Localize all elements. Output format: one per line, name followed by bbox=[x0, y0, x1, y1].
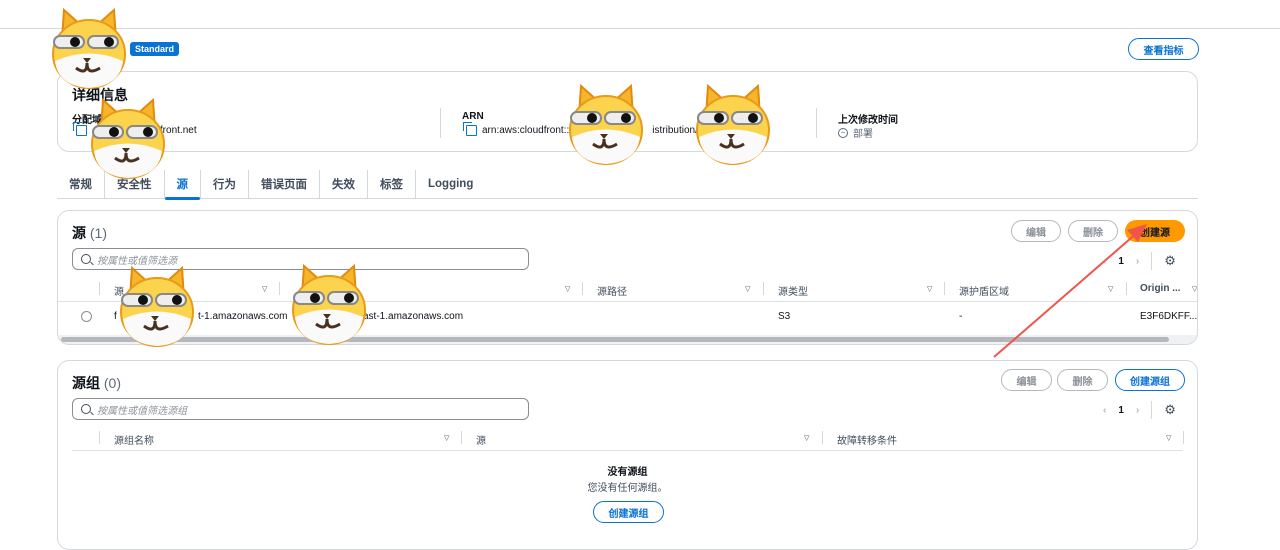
origin-groups-title: 源组 (0) bbox=[72, 375, 122, 391]
page-number[interactable]: 1 bbox=[1118, 405, 1124, 416]
col-group-name[interactable]: 源组名称 bbox=[114, 432, 154, 447]
prev-page-icon[interactable]: ‹ bbox=[1103, 256, 1106, 267]
col-origin-path[interactable]: 源路径 bbox=[597, 283, 627, 298]
empty-create-group-button[interactable]: 创建源组 bbox=[593, 501, 664, 523]
next-page-icon[interactable]: › bbox=[1136, 405, 1139, 416]
origins-pagination: ‹ 1 › ⚙ bbox=[1103, 252, 1176, 270]
page-number[interactable]: 1 bbox=[1118, 256, 1124, 267]
top-divider bbox=[0, 28, 1280, 29]
details-title: 详细信息 bbox=[72, 87, 128, 103]
origin-id: E3F6DKFF... bbox=[1140, 311, 1198, 322]
modified-value: − 部署 bbox=[838, 125, 873, 140]
col-origin-id[interactable]: Origin ... bbox=[1140, 283, 1181, 294]
edit-origin-button[interactable]: 编辑 bbox=[1011, 220, 1061, 242]
sort-icon[interactable]: ▽ bbox=[927, 285, 932, 293]
tab-logging[interactable]: Logging bbox=[416, 170, 485, 198]
sort-icon[interactable]: ▽ bbox=[804, 434, 809, 442]
create-origin-button[interactable]: 创建源 bbox=[1125, 220, 1185, 242]
sort-icon[interactable]: ▽ bbox=[745, 285, 750, 293]
delete-group-button[interactable]: 删除 bbox=[1057, 369, 1108, 391]
domain-value: cloudfront.net bbox=[73, 122, 197, 136]
next-page-icon[interactable]: › bbox=[1136, 256, 1139, 267]
origin-type: S3 bbox=[778, 311, 791, 322]
empty-description: 您没有任何源组。 bbox=[587, 483, 668, 494]
view-metrics-button[interactable]: 查看指标 bbox=[1128, 38, 1199, 60]
origins-title: 源 (1) bbox=[72, 225, 108, 241]
origin-groups-search-input[interactable]: 按属性或值筛选源组 bbox=[72, 398, 529, 420]
settings-gear-icon[interactable]: ⚙ bbox=[1164, 402, 1176, 418]
copy-icon[interactable] bbox=[463, 122, 477, 136]
divider bbox=[440, 108, 441, 138]
divider bbox=[816, 108, 817, 138]
tab-error-pages[interactable]: 错误页面 bbox=[249, 170, 320, 198]
arn-label: ARN bbox=[462, 111, 484, 122]
sort-icon[interactable]: ▽ bbox=[1108, 285, 1113, 293]
col-origin-type[interactable]: 源类型 bbox=[778, 283, 808, 298]
origin-domain: ast-1.amazonaws.com bbox=[363, 311, 464, 322]
tab-security[interactable]: 安全性 bbox=[105, 170, 165, 198]
tab-bar: 常规 安全性 源 行为 错误页面 失效 标签 Logging bbox=[57, 170, 1198, 200]
delete-origin-button[interactable]: 删除 bbox=[1068, 220, 1118, 242]
tab-invalidations[interactable]: 失效 bbox=[320, 170, 368, 198]
sort-icon[interactable]: ▽ bbox=[444, 434, 449, 442]
copy-icon[interactable] bbox=[73, 122, 87, 136]
status-pending-icon: − bbox=[838, 127, 848, 138]
origin-name-tail: t-1.amazonaws.com bbox=[198, 311, 288, 322]
col-origin-name[interactable]: 源 bbox=[114, 283, 124, 298]
groups-pagination: ‹ 1 › ⚙ bbox=[1103, 401, 1176, 419]
tab-tags[interactable]: 标签 bbox=[368, 170, 416, 198]
tab-behaviors[interactable]: 行为 bbox=[201, 170, 249, 198]
sort-icon[interactable]: ▽ bbox=[1192, 285, 1197, 293]
col-origin-shield[interactable]: 源护盾区域 bbox=[959, 283, 1009, 298]
origin-shield: - bbox=[959, 311, 963, 322]
standard-badge: Standard bbox=[130, 42, 180, 56]
edit-group-button[interactable]: 编辑 bbox=[1001, 369, 1052, 391]
prev-page-icon[interactable]: ‹ bbox=[1103, 405, 1106, 416]
origins-search-input[interactable]: 按属性或值筛选源 bbox=[72, 248, 529, 270]
horizontal-scrollbar[interactable] bbox=[58, 335, 1197, 344]
row-select-radio[interactable] bbox=[81, 311, 92, 322]
empty-title: 没有源组 bbox=[607, 467, 648, 478]
col-failover-criteria[interactable]: 故障转移条件 bbox=[837, 432, 897, 447]
sort-icon[interactable]: ▽ bbox=[262, 285, 267, 293]
details-panel: 详细信息 分配域 cloudfront.net ARN arn:aws:clou… bbox=[57, 71, 1198, 152]
col-group-origins[interactable]: 源 bbox=[476, 432, 486, 447]
arn-value: arn:aws:cloudfront:: istribution/ bbox=[463, 122, 698, 136]
create-group-button[interactable]: 创建源组 bbox=[1115, 369, 1185, 391]
origin-name: f bbox=[114, 311, 117, 322]
modified-label: 上次修改时间 bbox=[838, 115, 898, 126]
sort-icon[interactable]: ▽ bbox=[565, 285, 570, 293]
tab-origins[interactable]: 源 bbox=[164, 170, 201, 200]
origin-groups-panel: 源组 (0) 编辑 删除 创建源组 按属性或值筛选源组 ‹ 1 › ⚙ 源组名称 ▽ … bbox=[57, 360, 1198, 550]
tab-general[interactable]: 常规 bbox=[57, 170, 105, 198]
sort-icon[interactable]: ▽ bbox=[1166, 434, 1171, 442]
settings-gear-icon[interactable]: ⚙ bbox=[1164, 253, 1176, 269]
col-origin-domain[interactable]: 源域 bbox=[294, 283, 314, 298]
origins-panel: 源 (1) 编辑 删除 创建源 按属性或值筛选源 ‹ 1 › ⚙ 源 ▽ 源域 ▽ 源路… bbox=[57, 210, 1198, 345]
